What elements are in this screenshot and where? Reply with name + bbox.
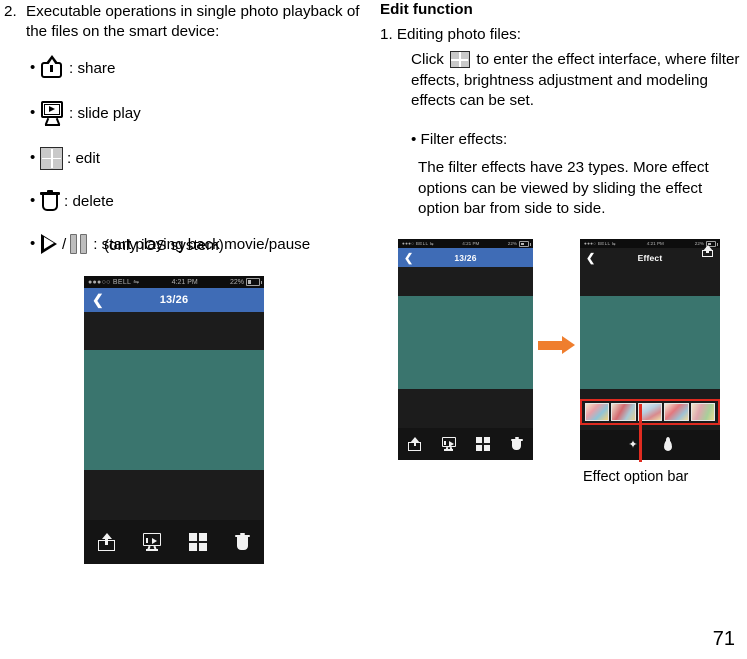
nav-bar: ❮ Effect	[580, 245, 720, 267]
effect-thumbnail[interactable]	[611, 403, 636, 421]
photo-viewport[interactable]	[84, 312, 264, 564]
delete-icon[interactable]	[235, 533, 250, 551]
magic-wand-icon[interactable]: ✦	[628, 439, 637, 451]
bullet-share-label: : share	[69, 59, 116, 77]
back-button[interactable]: ❮	[404, 251, 413, 264]
share-icon[interactable]	[702, 245, 713, 257]
photo-image	[84, 350, 264, 470]
phone-mockup-large: ●●●○○ BELL ⇋ 4:21 PM 22% ❮ 13/26	[84, 276, 264, 564]
share-icon[interactable]	[408, 437, 422, 451]
edit-icon[interactable]	[476, 437, 491, 451]
nav-bar: ❮ 13/26	[398, 248, 533, 267]
battery-icon	[246, 278, 262, 286]
photo-toolbar	[398, 428, 533, 460]
nav-bar: ❮ 13/26	[84, 288, 264, 312]
icon-separator: /	[62, 235, 67, 253]
share-icon	[40, 55, 65, 80]
bullet-dot: •	[30, 235, 36, 252]
status-battery: 22%	[229, 278, 262, 286]
nav-title: Effect	[637, 252, 663, 263]
bullet-dot: •	[30, 192, 36, 209]
status-battery: 22%	[507, 240, 531, 247]
edit-icon	[450, 51, 471, 68]
status-carrier: ●●●○ BELL ⇋	[402, 240, 434, 246]
back-button[interactable]: ❮	[586, 251, 595, 264]
nav-title: 13/26	[159, 294, 189, 306]
step-2: 2. Executable operations in single photo…	[4, 2, 364, 41]
bullet-edit: • : edit	[30, 144, 370, 172]
play-icon	[40, 234, 58, 254]
page-number: 71	[712, 628, 735, 650]
status-carrier: ●●●○ BELL ⇋	[584, 240, 616, 246]
bullet-delete: • : delete	[30, 187, 370, 215]
bullet-delete-label: : delete	[64, 192, 114, 210]
phone-mockup-effect: ●●●○ BELL ⇋ 4:21 PM 22% ❮ Effect ✦	[580, 239, 720, 460]
filter-effects-bullet: • Filter effects:	[411, 131, 508, 148]
status-battery-percent: 22%	[507, 241, 517, 246]
back-button[interactable]: ❮	[92, 292, 104, 309]
paragraph-text-before: Click	[411, 51, 444, 68]
slide-play-icon[interactable]	[441, 437, 456, 451]
status-bar: ●●●○ BELL ⇋ 4:21 PM 22%	[580, 239, 720, 248]
right-column: Edit function 1. Editing photo files: Cl…	[378, 0, 747, 659]
status-carrier: ●●●○○ BELL ⇋	[88, 279, 140, 286]
status-bar: ●●●○ BELL ⇋ 4:21 PM 22%	[398, 239, 533, 248]
bullet-dot: •	[30, 59, 36, 76]
photo-viewport[interactable]	[398, 267, 533, 460]
share-icon[interactable]	[98, 533, 115, 551]
bullet-edit-label: : edit	[67, 149, 100, 167]
status-bar: ●●●○○ BELL ⇋ 4:21 PM 22%	[84, 276, 264, 288]
nav-title: 13/26	[454, 252, 477, 263]
delete-icon	[40, 189, 60, 213]
callout-leader-line	[639, 404, 642, 462]
bullet-slide-play: • : slide play	[30, 99, 370, 127]
bullet-dot: •	[30, 149, 36, 166]
ios-note: (only iOS system)	[104, 237, 224, 254]
filter-effects-paragraph: The filter effects have 23 types. More e…	[418, 159, 709, 217]
effect-thumbnail[interactable]	[664, 403, 689, 421]
left-column: 2. Executable operations in single photo…	[0, 0, 372, 659]
photo-toolbar	[84, 520, 264, 564]
edit-icon[interactable]	[189, 533, 207, 551]
subsection-step: 1. Editing photo files:	[380, 26, 521, 43]
photo-image	[398, 296, 533, 389]
flow-arrow-icon	[538, 336, 578, 356]
bullet-slide-play-label: : slide play	[69, 104, 141, 122]
slide-play-icon	[40, 100, 65, 126]
bullet-share: • : share	[30, 54, 370, 82]
step-text: Executable operations in single photo pl…	[26, 3, 360, 40]
section-title: Edit function	[380, 1, 473, 18]
photo-image	[580, 296, 720, 389]
step-number: 2.	[4, 3, 17, 20]
bullet-dot: •	[30, 104, 36, 121]
phone-mockup-gallery: ●●●○ BELL ⇋ 4:21 PM 22% ❮ 13/26	[398, 239, 533, 460]
edit-instruction-paragraph: Click to enter the effect interface, whe…	[411, 50, 741, 112]
status-time: 4:21 PM	[171, 278, 198, 286]
edit-icon	[40, 146, 63, 170]
photo-viewport[interactable]: ✦	[580, 267, 720, 460]
status-battery-percent: 22%	[229, 278, 244, 286]
callout-caption: Effect option bar	[583, 469, 689, 485]
effect-thumbnail[interactable]	[690, 403, 716, 421]
delete-icon[interactable]	[510, 437, 523, 451]
brightness-drop-icon[interactable]	[663, 436, 672, 451]
effect-tools-bar: ✦	[580, 430, 720, 460]
effect-option-bar[interactable]	[580, 399, 720, 425]
manual-page: 2. Executable operations in single photo…	[0, 0, 747, 659]
battery-icon	[519, 240, 531, 247]
slide-play-icon[interactable]	[143, 533, 161, 551]
status-time: 4:21 PM	[646, 241, 664, 246]
effect-thumbnail[interactable]	[585, 403, 610, 421]
pause-icon	[70, 234, 89, 254]
status-time: 4:21 PM	[462, 241, 480, 246]
